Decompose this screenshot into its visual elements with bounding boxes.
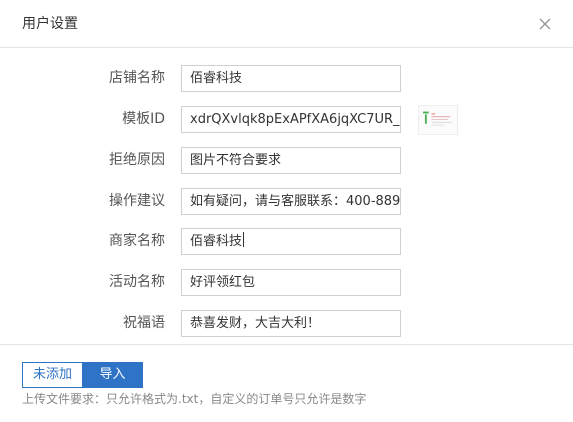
- suggestion-input[interactable]: 如有疑问，请与客服联系：400-889: [181, 188, 401, 215]
- template-id-label: 模板ID: [122, 111, 165, 127]
- template-id-input[interactable]: xdrQXvlqk8pExAPfXA6jqXC7UR_98l: [181, 106, 401, 133]
- field-row-activity-name: 活动名称 好评领红包: [0, 269, 573, 296]
- suggestion-label: 操作建议: [109, 193, 165, 209]
- dialog-title: 用户设置: [22, 16, 78, 32]
- dialog-header: 用户设置: [0, 0, 573, 48]
- reject-reason-label: 拒绝原因: [109, 152, 165, 168]
- template-preview-thumbnail[interactable]: [418, 105, 458, 135]
- field-row-greeting: 祝福语 恭喜发财，大吉大利！: [0, 310, 573, 337]
- greeting-input[interactable]: 恭喜发财，大吉大利！: [181, 310, 401, 337]
- close-icon[interactable]: [537, 16, 553, 32]
- reject-reason-input[interactable]: 图片不符合要求: [181, 147, 401, 174]
- field-row-shop-name: 店铺名称 佰睿科技: [0, 65, 573, 92]
- activity-name-label: 活动名称: [109, 274, 165, 290]
- shop-name-input[interactable]: 佰睿科技: [181, 65, 401, 92]
- field-row-reject-reason: 拒绝原因 图片不符合要求: [0, 147, 573, 174]
- activity-name-input[interactable]: 好评领红包: [181, 269, 401, 296]
- merchant-name-input[interactable]: 佰睿科技: [181, 228, 401, 255]
- greeting-label: 祝福语: [123, 315, 165, 331]
- footer-divider: [0, 344, 573, 345]
- merchant-name-label: 商家名称: [109, 233, 165, 249]
- user-settings-dialog: 用户设置 店铺名称 佰睿科技 模板ID xdrQXvlqk8pExAPfXA6j…: [0, 0, 573, 422]
- import-button[interactable]: 导入: [82, 362, 143, 388]
- shop-name-label: 店铺名称: [109, 70, 165, 86]
- upload-requirement-hint: 上传文件要求：只允许格式为.txt，自定义的订单号只允许是数字: [22, 392, 367, 406]
- field-row-merchant-name: 商家名称 佰睿科技: [0, 228, 573, 255]
- field-row-suggestion: 操作建议 如有疑问，请与客服联系：400-889: [0, 188, 573, 215]
- not-added-button[interactable]: 未添加: [22, 362, 83, 388]
- field-row-template-id: 模板ID xdrQXvlqk8pExAPfXA6jqXC7UR_98l: [0, 105, 573, 135]
